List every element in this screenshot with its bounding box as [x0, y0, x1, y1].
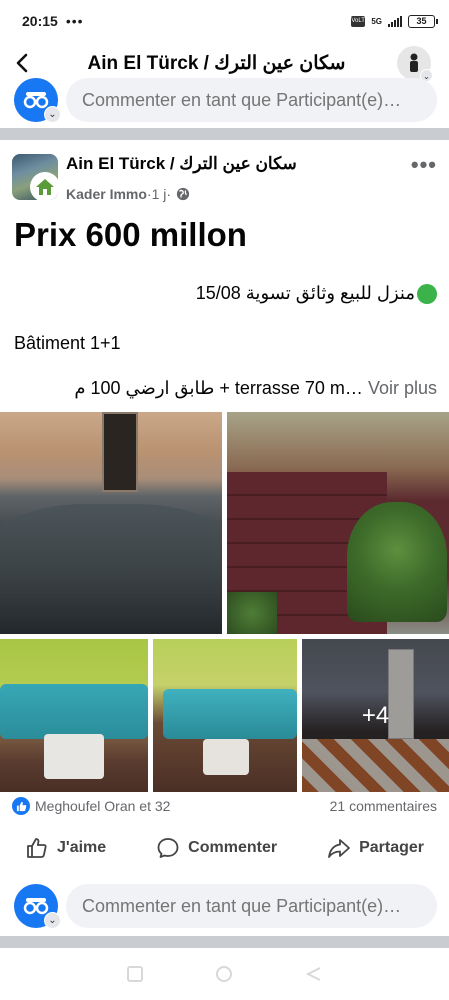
actions-row: J'aime Commenter Partager: [0, 828, 449, 868]
sofa-shape: [0, 684, 148, 739]
status-bar: 20:15 ••• VoLTE 5G 35: [0, 0, 449, 42]
comment-input[interactable]: [66, 78, 437, 122]
plant-shape: [347, 502, 447, 622]
share-label: Partager: [359, 839, 424, 856]
network-label: 5G: [371, 16, 382, 26]
like-reaction-icon: [12, 797, 30, 815]
like-label: J'aime: [57, 839, 107, 856]
comment-label: Commenter: [188, 839, 278, 856]
feed-separator: [0, 128, 449, 140]
more-horizontal-icon[interactable]: •••: [411, 152, 437, 178]
photo-house-exterior[interactable]: [0, 412, 222, 634]
thumbs-up-icon: [27, 838, 47, 858]
door-shape: [102, 412, 138, 492]
car-roof-shape: [0, 504, 222, 634]
status-icons: VoLTE 5G 35: [351, 14, 438, 28]
photo-living-room-2[interactable]: [153, 639, 297, 792]
globe-icon: [176, 187, 190, 201]
comment-bar-bottom: ⌄: [0, 878, 449, 934]
share-button[interactable]: Partager: [315, 830, 436, 866]
table-shape: [44, 734, 104, 779]
participant-avatar[interactable]: ⌄: [14, 884, 61, 929]
reactions-text[interactable]: Meghoufel Oran et 32: [35, 798, 170, 814]
comment-button[interactable]: Commenter: [144, 830, 289, 866]
back-button-icon[interactable]: [305, 965, 323, 983]
sofa-shape: [163, 689, 297, 739]
post-text-line-2: Bâtiment 1+1: [14, 333, 121, 353]
signal-icon: [388, 15, 402, 27]
pot-plant-shape: [227, 592, 277, 634]
post-text-arabic: منزل للبيع وثائق تسوية 15/08: [195, 283, 415, 303]
post-title: Prix 600 millon: [14, 216, 247, 253]
house-icon: [36, 179, 54, 195]
share-arrow-icon: [328, 839, 350, 858]
post-text-line-1: منزل للبيع وثائق تسوية 15/08: [196, 283, 437, 304]
participant-avatar[interactable]: ⌄: [14, 78, 61, 123]
feed-separator: [0, 936, 449, 948]
green-circle-icon: [417, 283, 437, 304]
post-meta: Kader Immo · 1 j ·: [66, 186, 190, 202]
incognito-icon: [23, 898, 49, 915]
group-name[interactable]: Ain El Türck / سكان عين الترك: [66, 154, 297, 174]
reactions-row: Meghoufel Oran et 32 21 commentaires: [12, 794, 437, 818]
meta-separator: ·: [166, 186, 172, 202]
chevron-down-icon: ⌄: [44, 106, 61, 123]
table-shape: [203, 739, 249, 775]
post-author[interactable]: Kader Immo: [66, 186, 147, 202]
comment-input[interactable]: [66, 884, 437, 928]
group-thumbnail[interactable]: [12, 154, 58, 200]
comment-bar-top: ⌄: [0, 72, 449, 128]
photo-grid: +4: [0, 412, 449, 792]
post-text-truncated: طابق ارضي 100 م + terrasse 70 m…: [74, 378, 363, 398]
incognito-icon: [23, 92, 49, 109]
photo-terrace-plants[interactable]: [227, 412, 449, 634]
like-button[interactable]: J'aime: [13, 830, 118, 866]
comment-bubble-icon: [157, 838, 179, 858]
recent-apps-icon[interactable]: [126, 965, 144, 983]
comments-count[interactable]: 21 commentaires: [330, 798, 437, 814]
voir-plus-link[interactable]: Voir plus: [368, 378, 437, 398]
notification-dots: •••: [65, 13, 84, 29]
post-time: 1 j: [151, 186, 167, 202]
home-button-icon[interactable]: [215, 965, 233, 983]
system-nav-bar: [0, 948, 449, 1000]
post-text-line-3: طابق ارضي 100 م + terrasse 70 m… Voir pl…: [74, 378, 437, 399]
post-header: Ain El Türck / سكان عين الترك Kader Immo…: [12, 152, 437, 202]
chevron-down-icon: ⌄: [44, 912, 61, 929]
home-badge: [30, 172, 58, 200]
photo-living-room-1[interactable]: [0, 639, 148, 792]
status-time: 20:15: [22, 13, 58, 29]
battery-icon: 35: [408, 14, 438, 28]
volte-icon: VoLTE: [351, 15, 369, 27]
more-photos-overlay[interactable]: +4: [302, 639, 449, 792]
